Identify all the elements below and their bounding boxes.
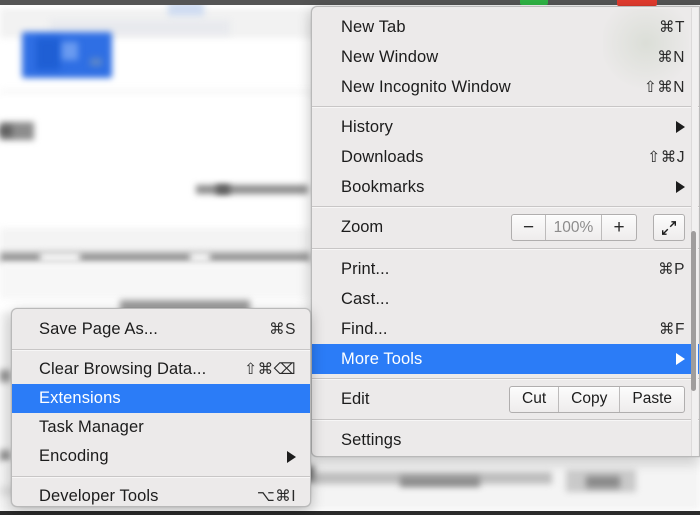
traffic-light-green[interactable] bbox=[520, 0, 548, 5]
bg-band-1 bbox=[0, 228, 310, 252]
edit-buttons: Cut Copy Paste bbox=[509, 386, 685, 413]
menu-item-new-tab[interactable]: New Tab ⌘T bbox=[312, 12, 699, 42]
menu-item-downloads[interactable]: Downloads ⇧⌘J bbox=[312, 142, 699, 172]
menu-item-label: New Incognito Window bbox=[341, 78, 511, 97]
copy-button[interactable]: Copy bbox=[559, 387, 620, 412]
window-title-bar bbox=[0, 0, 700, 5]
menu-item-label: Developer Tools bbox=[39, 487, 159, 506]
submenu-item-developer-tools[interactable]: Developer Tools ⌥⌘I bbox=[12, 482, 310, 507]
menu-item-accelerator: ⌘P bbox=[658, 260, 685, 279]
zoom-in-button[interactable]: + bbox=[602, 215, 636, 240]
menu-item-label: Encoding bbox=[39, 447, 109, 466]
chrome-main-menu: New Tab ⌘T New Window ⌘N New Incognito W… bbox=[311, 6, 700, 457]
menu-item-help[interactable]: Help bbox=[312, 455, 699, 457]
menu-item-label: Task Manager bbox=[39, 418, 144, 437]
bg-blue-box-inner-c bbox=[90, 58, 102, 66]
bg-text-right-2 bbox=[216, 185, 230, 194]
zoom-level-value: 100% bbox=[546, 215, 602, 240]
menu-scrollbar-track[interactable] bbox=[691, 8, 698, 457]
menu-item-label: Find... bbox=[341, 320, 388, 339]
menu-item-cast[interactable]: Cast... bbox=[312, 284, 699, 314]
menu-item-label: Bookmarks bbox=[341, 178, 424, 197]
bg-blue-box-inner-b bbox=[62, 42, 78, 60]
bg-text-gap-1 bbox=[40, 252, 80, 263]
zoom-stepper: − 100% + bbox=[511, 214, 637, 241]
submenu-item-clear-browsing-data[interactable]: Clear Browsing Data... ⇧⌘⌫ bbox=[12, 355, 310, 384]
menu-item-accelerator: ⇧⌘J bbox=[647, 148, 685, 167]
paste-button[interactable]: Paste bbox=[620, 387, 684, 412]
zoom-label: Zoom bbox=[341, 218, 383, 237]
zoom-out-button[interactable]: − bbox=[512, 215, 546, 240]
screenshot-root: New Tab ⌘T New Window ⌘N New Incognito W… bbox=[0, 0, 700, 515]
window-bottom-edge bbox=[0, 511, 700, 515]
bg-text-right-1 bbox=[196, 185, 308, 194]
zoom-controls: − 100% + bbox=[511, 214, 685, 241]
menu-row-zoom: Zoom − 100% + bbox=[312, 207, 699, 248]
menu-item-print[interactable]: Print... ⌘P bbox=[312, 254, 699, 284]
submenu-item-encoding[interactable]: Encoding bbox=[12, 442, 310, 471]
bg-band-2 bbox=[0, 263, 310, 299]
menu-item-new-incognito-window[interactable]: New Incognito Window ⇧⌘N bbox=[312, 72, 699, 102]
menu-item-find[interactable]: Find... ⌘F bbox=[312, 314, 699, 344]
submenu-item-extensions[interactable]: Extensions bbox=[12, 384, 310, 413]
menu-item-label: Cast... bbox=[341, 290, 389, 309]
menu-item-label: Extensions bbox=[39, 389, 121, 408]
menu-item-label: Print... bbox=[341, 260, 389, 279]
menu-item-label: New Window bbox=[341, 48, 438, 67]
bg-blue-box-inner-a bbox=[36, 38, 60, 70]
menu-item-more-tools[interactable]: More Tools bbox=[312, 344, 699, 374]
menu-item-label: History bbox=[341, 118, 393, 137]
menu-item-settings[interactable]: Settings bbox=[312, 425, 699, 455]
menu-item-new-window[interactable]: New Window ⌘N bbox=[312, 42, 699, 72]
menu-row-edit: Edit Cut Copy Paste bbox=[312, 382, 699, 416]
bg-whitespace-1 bbox=[0, 96, 310, 156]
fullscreen-icon[interactable] bbox=[653, 214, 685, 241]
menu-item-bookmarks[interactable]: Bookmarks bbox=[312, 172, 699, 202]
bg-text-left-2 bbox=[0, 126, 12, 136]
chevron-right-icon bbox=[676, 353, 685, 365]
submenu-item-save-page-as[interactable]: Save Page As... ⌘S bbox=[12, 315, 310, 344]
menu-item-label: More Tools bbox=[341, 350, 422, 369]
menu-scrollbar-thumb[interactable] bbox=[691, 231, 696, 391]
bg-text-gap-2 bbox=[190, 252, 210, 263]
bg-footer-text-4 bbox=[586, 476, 620, 488]
menu-item-accelerator: ⌘T bbox=[659, 18, 685, 37]
menu-item-accelerator: ⇧⌘N bbox=[644, 78, 685, 97]
menu-item-accelerator: ⇧⌘⌫ bbox=[244, 360, 296, 379]
menu-item-label: Downloads bbox=[341, 148, 424, 167]
chevron-right-icon bbox=[676, 121, 685, 133]
menu-item-accelerator: ⌘F bbox=[659, 320, 685, 339]
bg-left-text-1 bbox=[0, 370, 10, 382]
menu-item-label: Save Page As... bbox=[39, 320, 158, 339]
chevron-right-icon bbox=[676, 181, 685, 193]
menu-item-label: Clear Browsing Data... bbox=[39, 360, 206, 379]
submenu-item-task-manager[interactable]: Task Manager bbox=[12, 413, 310, 442]
chevron-right-icon bbox=[287, 451, 296, 463]
bg-left-text-2 bbox=[0, 450, 10, 462]
menu-item-accelerator: ⌘S bbox=[269, 320, 296, 339]
menu-item-history[interactable]: History bbox=[312, 112, 699, 142]
menu-item-label: Settings bbox=[341, 431, 401, 450]
menu-item-accelerator: ⌘N bbox=[657, 48, 685, 67]
cut-button[interactable]: Cut bbox=[510, 387, 559, 412]
bg-footer-text-2 bbox=[400, 476, 480, 487]
menu-item-label: New Tab bbox=[341, 18, 406, 37]
menu-item-accelerator: ⌥⌘I bbox=[257, 487, 296, 506]
more-tools-submenu: Save Page As... ⌘S Clear Browsing Data..… bbox=[11, 308, 311, 507]
edit-label: Edit bbox=[341, 390, 369, 409]
